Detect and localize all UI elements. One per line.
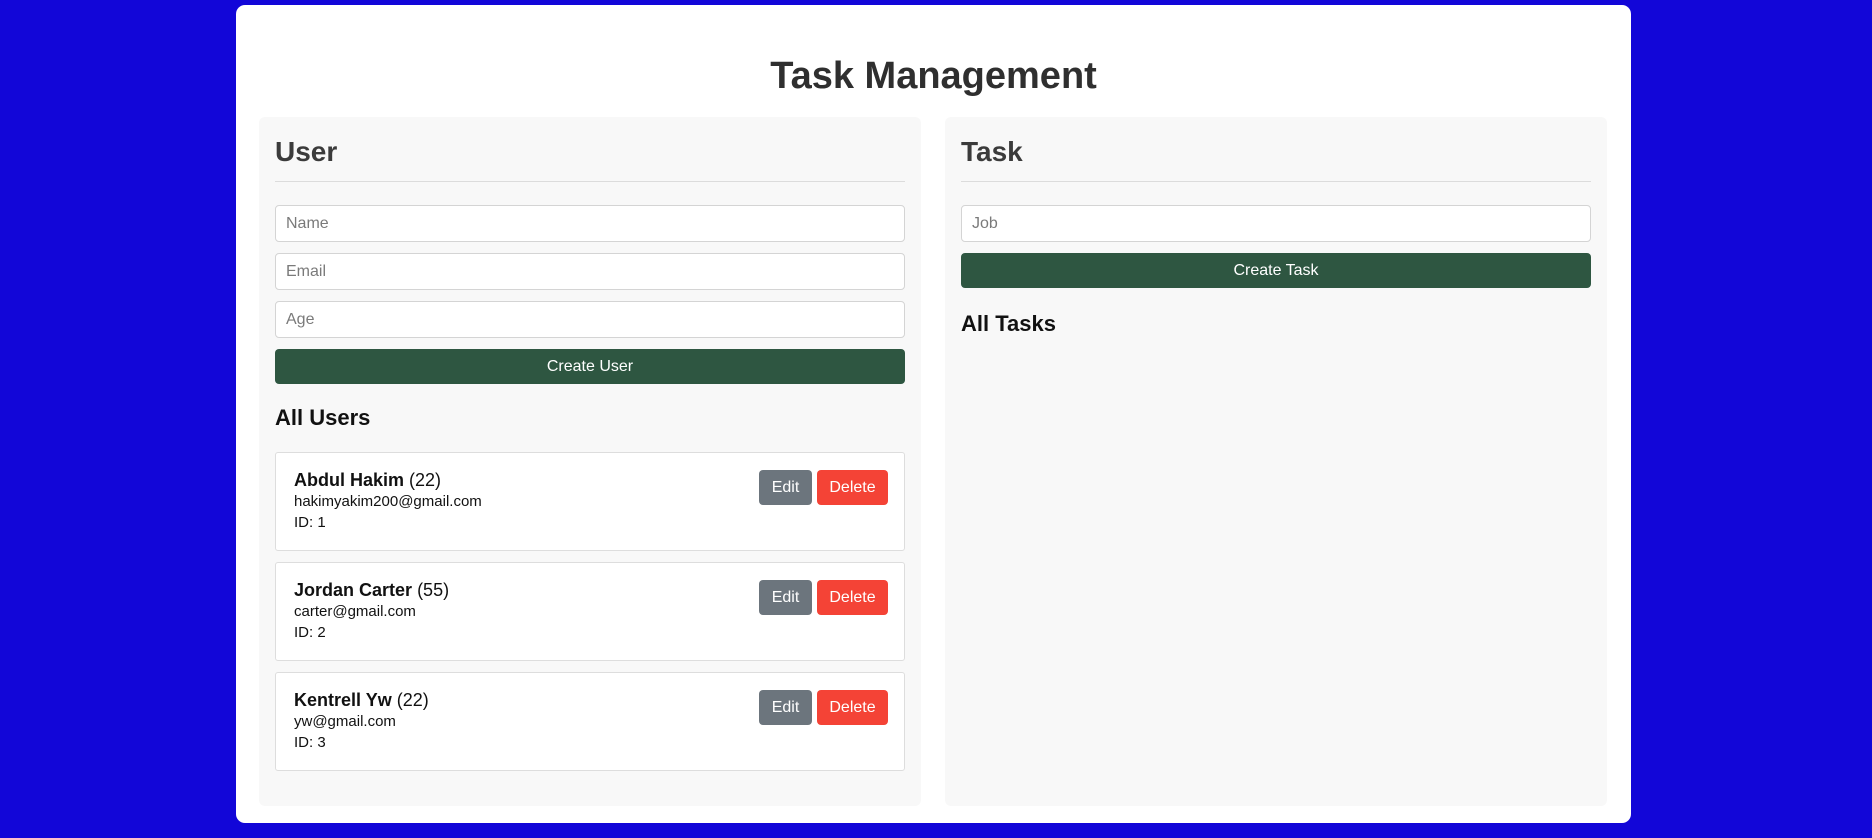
user-list: Abdul Hakim (22) hakimyakim200@gmail.com…: [275, 452, 905, 771]
main-card: Task Management User Create User All Use…: [236, 5, 1631, 823]
delete-user-button[interactable]: Delete: [817, 690, 888, 725]
all-tasks-title: All Tasks: [961, 311, 1056, 336]
delete-user-button[interactable]: Delete: [817, 470, 888, 505]
create-user-button[interactable]: Create User: [275, 349, 905, 384]
email-input[interactable]: [275, 253, 905, 290]
page-title: Task Management: [770, 55, 1097, 97]
create-task-button[interactable]: Create Task: [961, 253, 1591, 288]
name-input[interactable]: [275, 205, 905, 242]
delete-user-button[interactable]: Delete: [817, 580, 888, 615]
user-actions: Edit Delete: [759, 690, 888, 725]
task-panel: Task Create Task All Tasks: [945, 117, 1607, 806]
user-panel-heading: User: [275, 117, 905, 182]
user-name: Jordan Carter: [294, 580, 413, 600]
user-name: Abdul Hakim: [294, 470, 405, 490]
edit-user-button[interactable]: Edit: [759, 470, 812, 505]
user-age: (22): [409, 470, 442, 490]
user-actions: Edit Delete: [759, 470, 888, 505]
user-age: (55): [417, 580, 450, 600]
user-panel: User Create User All Users Abdul Hakim (…: [259, 117, 921, 806]
user-name: Kentrell Yw: [294, 690, 392, 710]
user-age: (22): [396, 690, 429, 710]
job-input[interactable]: [961, 205, 1591, 242]
user-card: Jordan Carter (55) carter@gmail.com ID: …: [275, 562, 905, 661]
edit-user-button[interactable]: Edit: [759, 690, 812, 725]
all-users-title: All Users: [275, 405, 371, 430]
user-id: ID: 2: [294, 624, 326, 641]
user-id: ID: 1: [294, 514, 326, 531]
edit-user-button[interactable]: Edit: [759, 580, 812, 615]
age-input[interactable]: [275, 301, 905, 338]
user-actions: Edit Delete: [759, 580, 888, 615]
task-panel-heading: Task: [961, 117, 1591, 182]
user-id: ID: 3: [294, 734, 326, 751]
user-card: Kentrell Yw (22) yw@gmail.com ID: 3 Edit…: [275, 672, 905, 771]
user-card: Abdul Hakim (22) hakimyakim200@gmail.com…: [275, 452, 905, 551]
